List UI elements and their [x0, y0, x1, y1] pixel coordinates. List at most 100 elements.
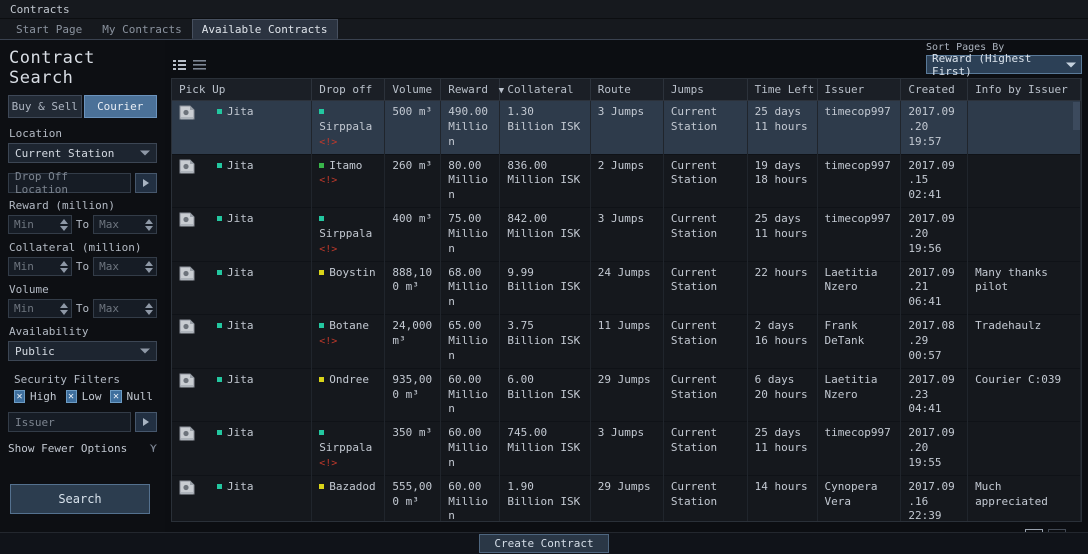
warning-icon: <!>	[319, 244, 337, 255]
table-row[interactable]: JitaItamo <!>260 m³80.00 Million836.00 M…	[172, 154, 1081, 208]
show-fewer-options-toggle[interactable]: Show Fewer Options ⋎	[8, 441, 157, 455]
security-status-dot	[217, 216, 222, 221]
table-row[interactable]: JitaSirppala<!>400 m³75.00 Million842.00…	[172, 208, 1081, 262]
stepper-arrows-icon[interactable]	[145, 261, 153, 273]
column-header-issuer[interactable]: Issuer	[817, 79, 901, 101]
table-row[interactable]: JitaBotane<!>24,000 m³65.00 Million3.75 …	[172, 315, 1081, 369]
stepper-arrows-icon[interactable]	[60, 303, 68, 315]
play-arrow-icon	[143, 418, 149, 426]
volume-min-value: Min	[14, 302, 34, 315]
cell-info-by-issuer	[968, 154, 1081, 208]
tab-my-contracts[interactable]: My Contracts	[92, 19, 191, 39]
stepper-arrows-icon[interactable]	[60, 219, 68, 231]
security-status-dot	[217, 430, 222, 435]
cell-time-left: 2 days 16 hours	[747, 315, 817, 369]
pick-up-system: Jita	[217, 373, 254, 388]
compact-list-view-icon[interactable]	[193, 59, 206, 72]
cell-info-by-issuer: Many thanks pilot	[968, 261, 1081, 315]
cell-created: 2017.09.20 19:55	[901, 422, 968, 476]
create-contract-button[interactable]: Create Contract	[479, 534, 608, 553]
drop-off-system: Botane	[329, 319, 369, 332]
column-header-jumps[interactable]: Jumps	[663, 79, 747, 101]
cell-created: 2017.08.29 00:57	[901, 315, 968, 369]
checkbox-low[interactable]: ✕	[66, 390, 77, 403]
drop-off-system: Sirppala	[319, 227, 372, 240]
contract-document-icon	[179, 426, 195, 443]
table-row[interactable]: JitaBoystin888,100 m³68.00 Million9.99 B…	[172, 261, 1081, 315]
pick-up-system: Jita	[217, 212, 254, 227]
column-header-volume[interactable]: Volume	[385, 79, 441, 101]
availability-select[interactable]: Public	[8, 341, 157, 361]
column-header-time-left[interactable]: Time Left	[747, 79, 817, 101]
mode-buy-and-sell[interactable]: Buy & Sell	[8, 95, 82, 118]
reward-max-input[interactable]: Max	[93, 215, 157, 234]
location-value: Current Station	[15, 147, 114, 160]
page-title: Contract Search	[9, 48, 157, 88]
table-vertical-scrollbar[interactable]	[1073, 102, 1080, 130]
cell-issuer: timecop997	[817, 422, 901, 476]
reward-min-value: Min	[14, 218, 34, 231]
cell-drop-off: Sirppala<!>	[312, 101, 385, 155]
contracts-table-wrapper: Pick Up Drop off Volume Reward ▼ Collate…	[171, 78, 1082, 522]
issuer-input[interactable]: Issuer	[8, 412, 131, 432]
content-body: Contract Search Buy & Sell Courier Locat…	[0, 40, 1088, 554]
checkbox-null[interactable]: ✕	[110, 390, 121, 403]
sort-pages-select[interactable]: Reward (Highest First)	[926, 55, 1082, 74]
collateral-max-input[interactable]: Max	[93, 257, 157, 276]
cell-route: 3 Jumps	[590, 101, 663, 155]
cell-created: 2017.09.16 22:39	[901, 475, 968, 522]
column-header-reward[interactable]: Reward ▼	[441, 79, 500, 101]
column-header-drop-off[interactable]: Drop off	[312, 79, 385, 101]
contracts-table-body: JitaSirppala<!>500 m³490.00 Million1.30 …	[172, 101, 1081, 523]
stepper-arrows-icon[interactable]	[145, 219, 153, 231]
stepper-arrows-icon[interactable]	[60, 261, 68, 273]
detail-list-view-icon[interactable]	[173, 59, 186, 72]
security-status-dot	[319, 484, 324, 489]
tab-available-contracts[interactable]: Available Contracts	[192, 19, 338, 39]
cell-collateral: 836.00 Million ISK	[500, 154, 590, 208]
contract-document-icon	[179, 266, 195, 283]
table-header-row: Pick Up Drop off Volume Reward ▼ Collate…	[172, 79, 1081, 101]
column-header-collateral[interactable]: Collateral	[500, 79, 590, 101]
tab-start-page[interactable]: Start Page	[6, 19, 92, 39]
column-header-created[interactable]: Created	[901, 79, 968, 101]
volume-min-input[interactable]: Min	[8, 299, 72, 318]
cell-reward: 80.00 Million	[441, 154, 500, 208]
security-status-dot	[217, 163, 222, 168]
security-filters-row: ✕ High ✕ Low ✕ Null	[14, 390, 157, 403]
cell-time-left: 22 hours	[747, 261, 817, 315]
column-header-info-by-issuer[interactable]: Info by Issuer	[968, 79, 1081, 101]
table-row[interactable]: JitaOndree935,000 m³60.00 Million6.00 Bi…	[172, 368, 1081, 422]
collateral-min-input[interactable]: Min	[8, 257, 72, 276]
issuer-submit-button[interactable]	[135, 412, 157, 432]
availability-value: Public	[15, 345, 55, 358]
column-header-route[interactable]: Route	[590, 79, 663, 101]
contracts-window: Contracts Start Page My Contracts Availa…	[0, 0, 1088, 554]
cell-volume: 260 m³	[385, 154, 441, 208]
mode-courier[interactable]: Courier	[84, 95, 158, 118]
location-select[interactable]: Current Station	[8, 143, 157, 163]
volume-max-value: Max	[99, 302, 119, 315]
cell-created: 2017.09.20 19:57	[901, 101, 968, 155]
table-row[interactable]: JitaBazadod555,000 m³60.00 Million1.90 B…	[172, 475, 1081, 522]
column-header-reward-label: Reward	[448, 83, 488, 96]
table-row[interactable]: JitaSirppala<!>350 m³60.00 Million745.00…	[172, 422, 1081, 476]
checkbox-high[interactable]: ✕	[14, 390, 25, 403]
cell-volume: 555,000 m³	[385, 475, 441, 522]
security-status-dot	[319, 109, 324, 114]
stepper-arrows-icon[interactable]	[145, 303, 153, 315]
security-status-dot	[217, 323, 222, 328]
dropoff-location-input[interactable]: Drop Off Location	[8, 173, 131, 193]
column-header-pick-up[interactable]: Pick Up	[172, 79, 312, 101]
reward-min-input[interactable]: Min	[8, 215, 72, 234]
volume-max-input[interactable]: Max	[93, 299, 157, 318]
search-button[interactable]: Search	[10, 484, 150, 514]
cell-drop-off: Bazadod	[312, 475, 385, 522]
collateral-min-value: Min	[14, 260, 34, 273]
table-row[interactable]: JitaSirppala<!>500 m³490.00 Million1.30 …	[172, 101, 1081, 155]
dropoff-location-submit-button[interactable]	[135, 173, 157, 193]
cell-created: 2017.09.23 04:41	[901, 368, 968, 422]
collateral-to-label: To	[76, 260, 89, 273]
collateral-label: Collateral (million)	[9, 241, 157, 254]
cell-issuer: timecop997	[817, 154, 901, 208]
